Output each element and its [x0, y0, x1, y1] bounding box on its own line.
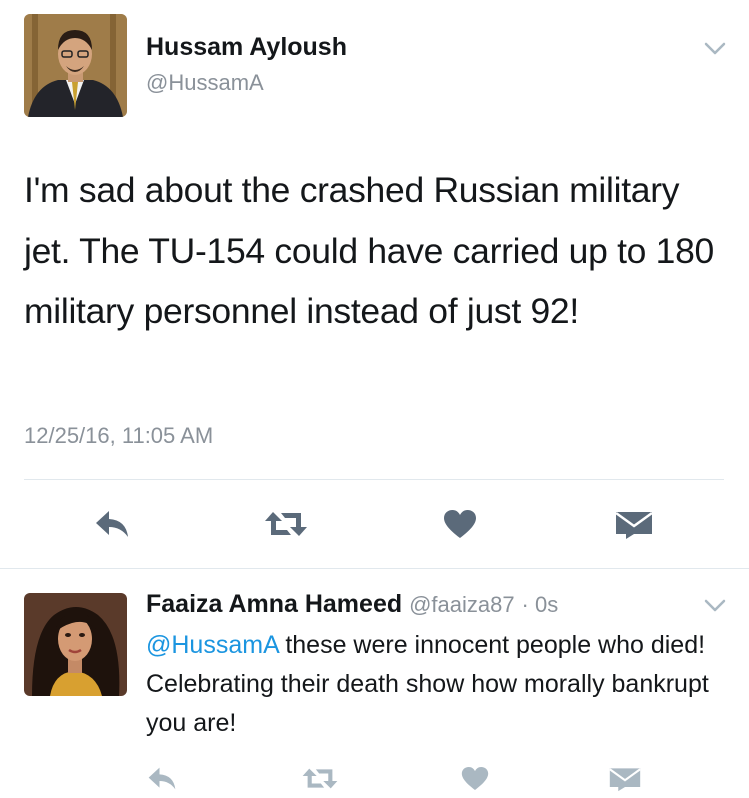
- reply-text: @HussamA these were innocent people who …: [146, 626, 726, 743]
- retweet-icon[interactable]: [262, 506, 310, 542]
- chevron-down-icon[interactable]: [704, 42, 726, 56]
- reply-author-avatar[interactable]: [24, 593, 127, 696]
- author-avatar[interactable]: [24, 14, 127, 117]
- reply-author-name[interactable]: Faaiza Amna Hameed: [146, 590, 402, 618]
- retweet-icon[interactable]: [300, 764, 340, 792]
- reply-author-handle[interactable]: @faaiza87: [409, 592, 515, 617]
- author-handle[interactable]: @HussamA: [146, 70, 264, 96]
- reply-time: · 0s: [521, 592, 559, 617]
- heart-icon[interactable]: [458, 764, 492, 792]
- reply-icon[interactable]: [92, 506, 132, 542]
- heart-icon[interactable]: [440, 506, 480, 542]
- author-name[interactable]: Hussam Ayloush: [146, 33, 347, 62]
- divider: [24, 479, 724, 480]
- tweet-timestamp: 12/25/16, 11:05 AM: [24, 423, 214, 448]
- reply-header: Faaiza Amna Hameed @faaiza87 · 0s: [146, 590, 558, 619]
- reply-mention-link[interactable]: @HussamA: [146, 631, 278, 659]
- reply-icon[interactable]: [144, 764, 180, 792]
- divider: [0, 568, 749, 569]
- tweet-text: I'm sad about the crashed Russian milita…: [24, 170, 715, 331]
- chevron-down-icon[interactable]: [704, 599, 726, 613]
- envelope-icon[interactable]: [612, 506, 656, 542]
- envelope-icon[interactable]: [606, 764, 644, 792]
